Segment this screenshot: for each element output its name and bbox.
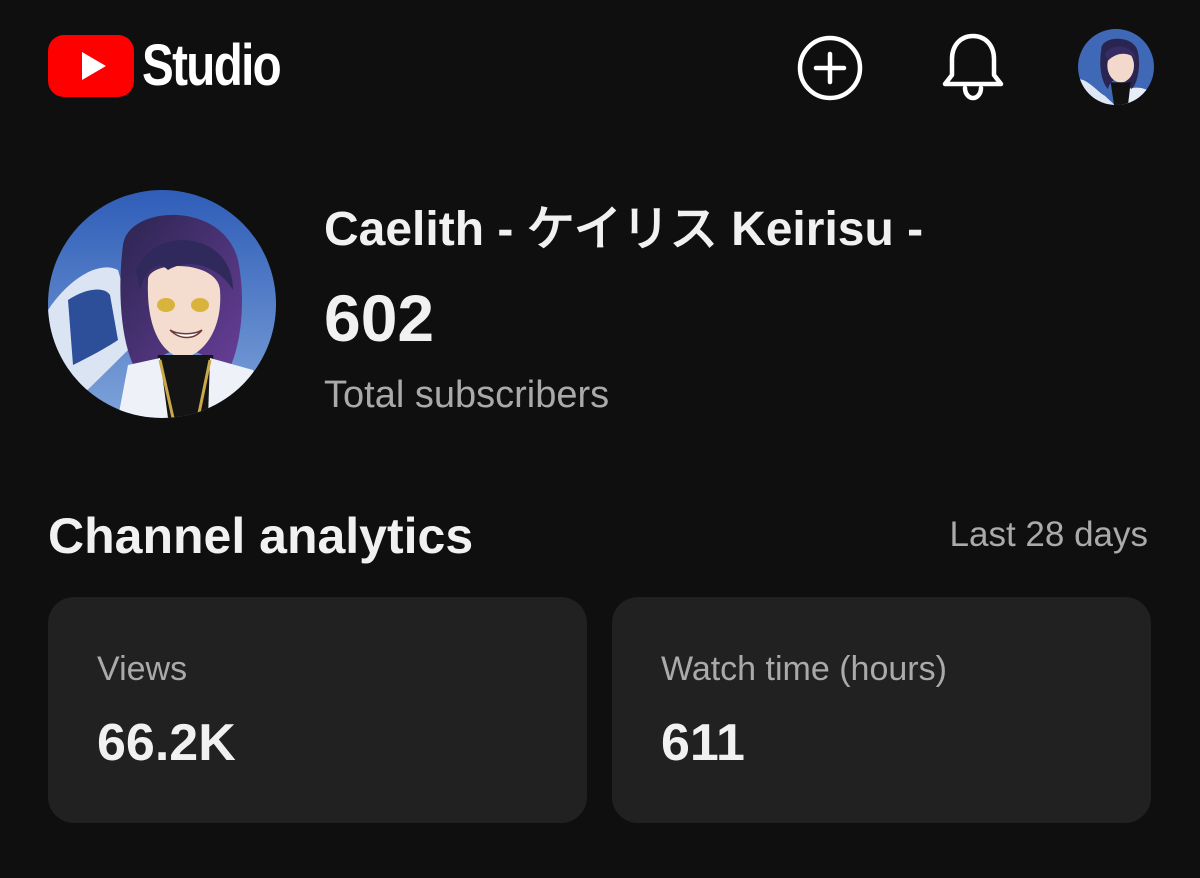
watch-time-label: Watch time (hours) [661, 650, 947, 688]
analytics-date-range: Last 28 days [949, 515, 1148, 554]
subscriber-label: Total subscribers [324, 374, 610, 416]
channel-avatar-image [48, 190, 276, 418]
views-card[interactable]: Views 66.2K [48, 597, 587, 823]
subscriber-count: 602 [324, 281, 435, 355]
watch-time-card[interactable]: Watch time (hours) 611 [612, 597, 1151, 823]
views-label: Views [97, 650, 188, 688]
watch-time-value: 611 [661, 714, 745, 772]
app-header: Studio [0, 0, 1200, 140]
bell-icon [942, 33, 1004, 101]
youtube-studio-logo[interactable]: Studio [48, 34, 310, 98]
create-button[interactable] [796, 34, 864, 102]
account-avatar-button[interactable] [1078, 29, 1154, 105]
channel-name: Caelith - ケイリス Keirisu - [324, 203, 924, 256]
analytics-title: Channel analytics [48, 508, 474, 564]
avatar [1078, 29, 1154, 105]
views-value: 66.2K [97, 714, 236, 772]
plus-circle-icon [797, 35, 863, 101]
notifications-button[interactable] [938, 30, 1008, 104]
channel-avatar[interactable] [48, 190, 276, 418]
app-name: Studio [142, 33, 282, 98]
youtube-logo-icon [48, 35, 134, 97]
